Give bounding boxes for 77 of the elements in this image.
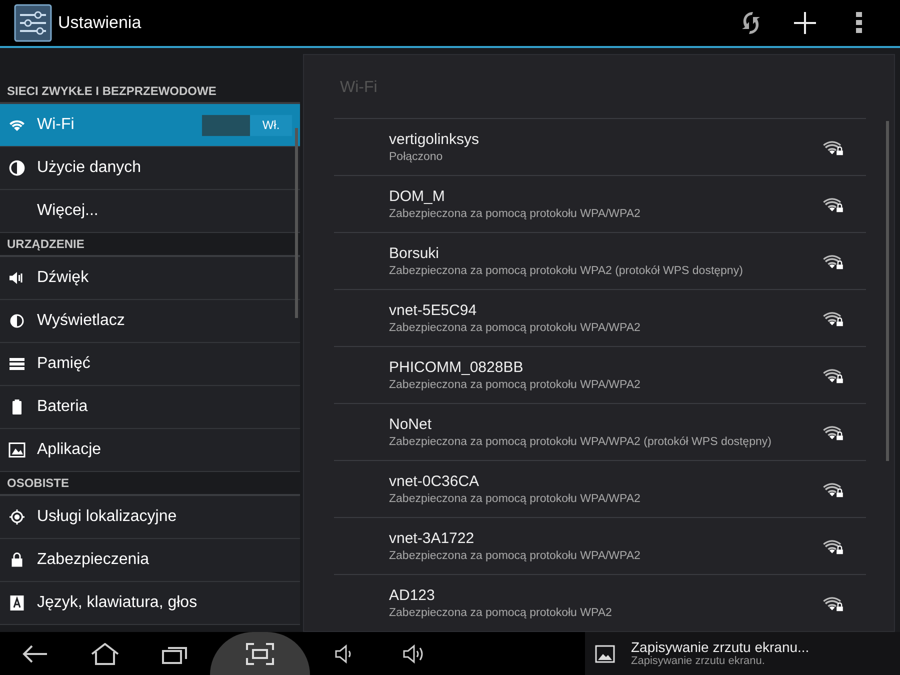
network-row[interactable]: vnet-3A1722 Zabezpieczona za pomocą protokołu WPA/WPA2: [334, 517, 866, 574]
item-label: Pamięć: [37, 355, 92, 373]
location-icon: [8, 508, 26, 526]
brightness-icon: [8, 312, 26, 330]
storage-icon: [8, 355, 26, 373]
network-row[interactable]: vnet-5E5C94 Zabezpieczona za pomocą protokołu WPA/WPA2: [334, 289, 866, 346]
item-label: Więcej...: [37, 202, 100, 220]
screenshot-icon: [246, 642, 274, 664]
settings-item[interactable]: Użycie danych: [0, 147, 300, 190]
settings-item[interactable]: Aplikacje: [0, 429, 300, 472]
settings-app-icon[interactable]: [14, 4, 52, 42]
keyboard-letter-icon: [8, 594, 26, 612]
wifi-lock-icon: [822, 537, 844, 555]
network-name: Borsuki: [389, 245, 440, 262]
app-title: Ustawienia: [58, 13, 142, 33]
network-name: DOM_M: [389, 188, 446, 205]
network-name: vnet-3A1722: [389, 530, 476, 547]
network-status: Zabezpieczona za pomocą protokołu WPA2 (protokół WPS dostępny): [389, 265, 744, 277]
wifi-lock-icon: [822, 195, 844, 213]
network-row[interactable]: DOM_M Zabezpieczona za pomocą protokołu WPA/WPA2: [334, 175, 866, 232]
network-status: Zabezpieczona za pomocą protokołu WPA2: [389, 607, 613, 619]
wifi-lock-icon: [822, 309, 844, 327]
back-arrow-icon: [22, 644, 48, 662]
notification[interactable]: Zapisywanie zrzutu ekranu... Zapisywanie zrzutu ekranu.: [585, 632, 900, 675]
wifi-lock-icon: [822, 366, 844, 384]
settings-item[interactable]: Bateria: [0, 386, 300, 429]
network-status: Zabezpieczona za pomocą protokołu WPA/WPA2: [389, 550, 642, 562]
network-row[interactable]: vnet-0C36CA Zabezpieczona za pomocą protokołu WPA/WPA2: [334, 460, 866, 517]
home-icon: [90, 642, 120, 664]
settings-item[interactable]: Więcej...: [0, 190, 300, 233]
item-label: Użycie danych: [37, 159, 142, 177]
item-label: Zabezpieczenia: [37, 551, 150, 569]
network-status: Połączono: [389, 151, 444, 163]
network-status: Zabezpieczona za pomocą protokołu WPA/WPA2: [389, 379, 642, 391]
settings-item[interactable]: Pamięć: [0, 343, 300, 386]
network-name: NoNet: [389, 416, 433, 433]
settings-item[interactable]: Język, klawiatura, głos: [0, 582, 300, 625]
item-label: Wi-Fi: [37, 116, 76, 134]
item-label: Bateria: [37, 398, 89, 416]
network-status: Zabezpieczona za pomocą protokołu WPA/WPA2: [389, 493, 642, 505]
notification-text: Zapisywanie zrzutu ekranu.: [631, 655, 766, 668]
network-name: PHICOMM_0828BB: [389, 359, 524, 376]
wifi-lock-icon: [822, 480, 844, 498]
item-label: Wyświetlacz: [37, 312, 126, 330]
settings-item[interactable]: Wi-Fi Wł.: [0, 104, 300, 147]
apps-icon: [8, 441, 26, 459]
network-row[interactable]: AD123 Zabezpieczona za pomocą protokołu WPA2: [334, 574, 866, 631]
toggle-thumb: Wł.: [250, 114, 292, 136]
network-status: Zabezpieczona za pomocą protokołu WPA/WPA2: [389, 208, 642, 220]
network-name: vnet-5E5C94: [389, 302, 478, 319]
network-status: Zabezpieczona za pomocą protokołu WPA/WPA2 (protokół WPS dostępny): [389, 436, 772, 448]
notification-title: Zapisywanie zrzutu ekranu...: [631, 640, 810, 656]
pie-chart-icon: [8, 159, 26, 177]
item-label: Dźwięk: [37, 269, 90, 287]
menu-icon: [856, 12, 862, 34]
network-name: AD123: [389, 587, 436, 604]
item-label: Usługi lokalizacyjne: [37, 508, 178, 526]
network-name: vertigolinksys: [389, 131, 480, 148]
item-label: Aplikacje: [37, 441, 102, 459]
wifi-lock-icon: [822, 252, 844, 270]
image-icon: [595, 644, 615, 662]
network-status: Zabezpieczona za pomocą protokołu WPA/WPA2: [389, 322, 642, 334]
wifi-lock-icon: [822, 138, 844, 156]
wifi-lock-icon: [822, 423, 844, 441]
settings-item[interactable]: Wyświetlacz: [0, 300, 300, 343]
plus-icon: [794, 12, 816, 34]
network-row[interactable]: Borsuki Zabezpieczona za pomocą protokołu WPA2 (protokół WPS dostępny): [334, 232, 866, 289]
settings-item[interactable]: Zabezpieczenia: [0, 539, 300, 582]
network-name: vnet-0C36CA: [389, 473, 480, 490]
settings-item[interactable]: Dźwięk: [0, 257, 300, 300]
network-row[interactable]: NoNet Zabezpieczona za pomocą protokołu WPA/WPA2 (protokół WPS dostępny): [334, 403, 866, 460]
item-label: Język, klawiatura, głos: [37, 594, 198, 612]
settings-item[interactable]: Usługi lokalizacyjne: [0, 496, 300, 539]
network-row[interactable]: vertigolinksys Połączono: [334, 118, 866, 175]
network-row[interactable]: PHICOMM_0828BB Zabezpieczona za pomocą protokołu WPA/WPA2: [334, 346, 866, 403]
wifi-lock-icon: [822, 594, 844, 612]
toggle-switch[interactable]: Wł.: [202, 114, 292, 136]
